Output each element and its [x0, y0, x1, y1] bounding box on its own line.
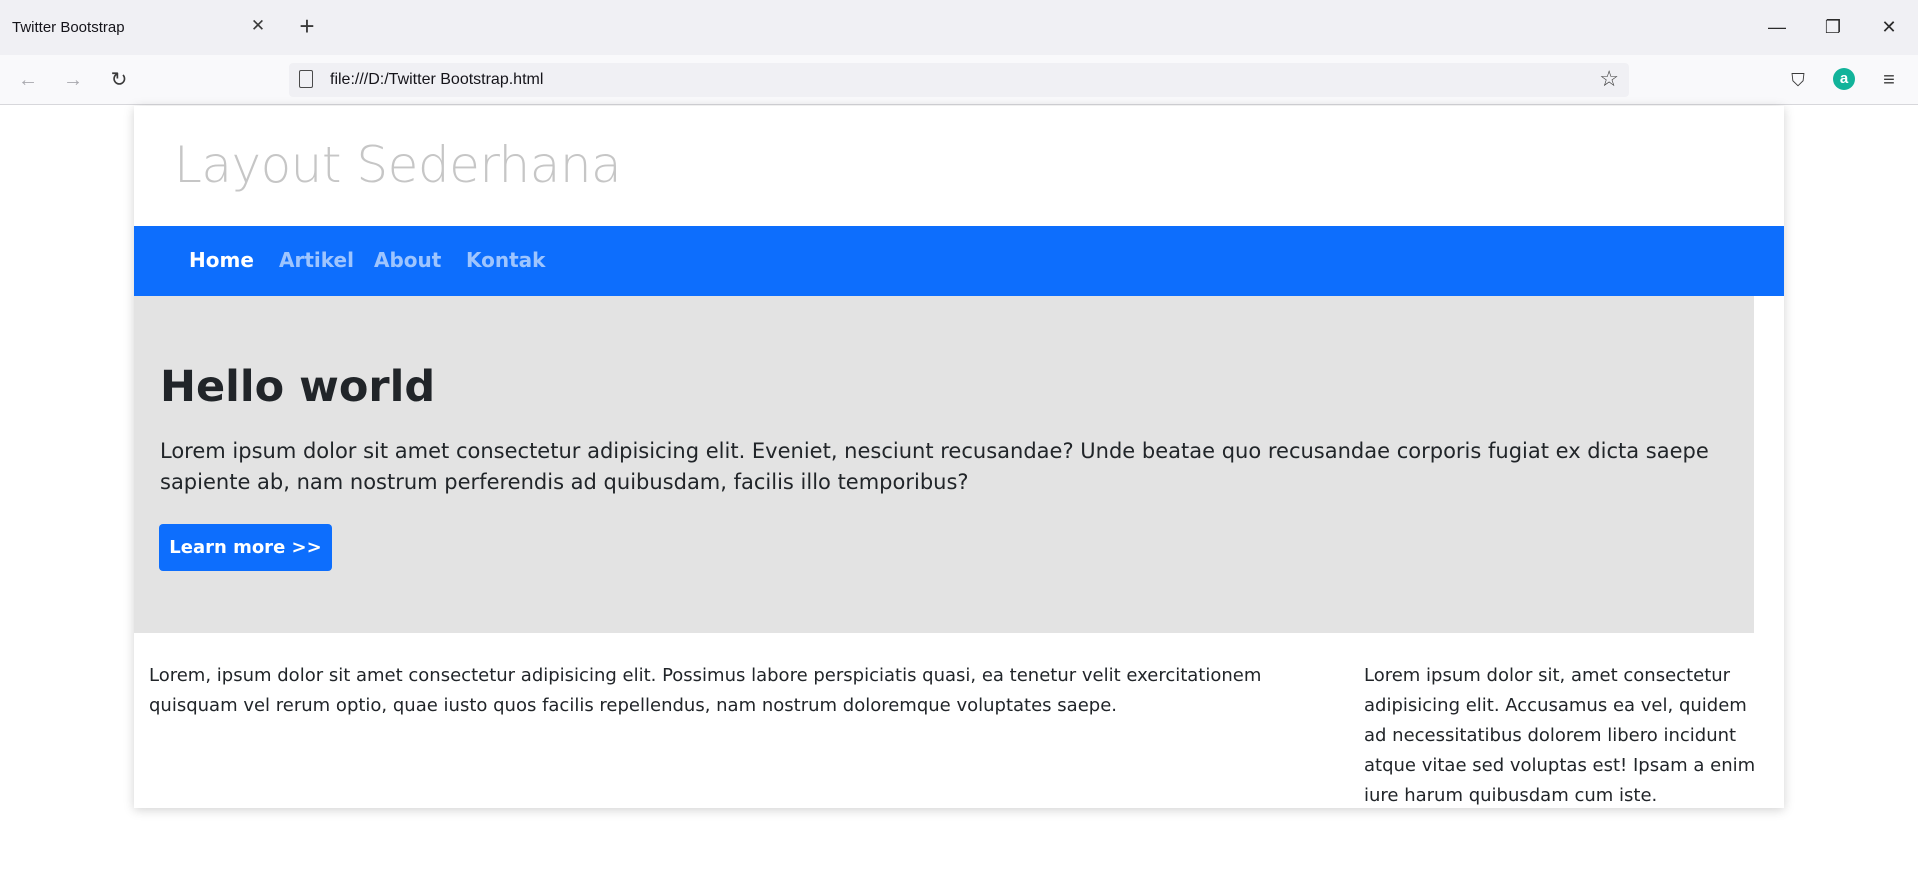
back-icon[interactable]: ←: [13, 65, 43, 95]
extension-icon[interactable]: a: [1833, 68, 1855, 90]
jumbotron-heading: Hello world: [160, 362, 436, 412]
restore-icon[interactable]: ❐: [1818, 12, 1848, 42]
minimize-icon[interactable]: —: [1762, 12, 1792, 42]
nav-link-artikel[interactable]: Artikel: [279, 248, 354, 272]
content-right-paragraph: Lorem ipsum dolor sit, amet consectetur …: [1364, 665, 1756, 806]
site-navbar: Home Artikel About Kontak: [134, 226, 1784, 296]
reload-icon[interactable]: ↻: [104, 65, 134, 95]
page-viewport: Layout Sederhana Home Artikel About Kont…: [0, 106, 1918, 871]
close-tab-icon[interactable]: ✕: [248, 16, 268, 36]
browser-tab[interactable]: Twitter Bootstrap: [0, 0, 275, 55]
page-container: Layout Sederhana Home Artikel About Kont…: [134, 106, 1784, 808]
learn-more-button[interactable]: Learn more >>: [159, 524, 332, 571]
new-tab-icon[interactable]: +: [293, 12, 321, 40]
page-icon: [299, 70, 313, 88]
content-left-paragraph: Lorem, ipsum dolor sit amet consectetur …: [149, 665, 1262, 716]
nav-link-about[interactable]: About: [374, 248, 441, 272]
browser-toolbar: ← → ↻ file:///D:/Twitter Bootstrap.html …: [0, 55, 1918, 105]
pocket-icon[interactable]: ⛉: [1785, 67, 1811, 93]
tab-bar: Twitter Bootstrap ✕ + — ❐ ✕: [0, 0, 1918, 55]
tab-title: Twitter Bootstrap: [12, 19, 125, 36]
url-text[interactable]: file:///D:/Twitter Bootstrap.html: [330, 71, 543, 89]
bookmark-star-icon[interactable]: ☆: [1599, 66, 1619, 92]
site-title: Layout Sederhana: [174, 136, 622, 194]
forward-icon[interactable]: →: [58, 65, 88, 95]
menu-icon[interactable]: ≡: [1876, 67, 1902, 93]
window-close-icon[interactable]: ✕: [1874, 12, 1904, 42]
address-bar[interactable]: file:///D:/Twitter Bootstrap.html ☆: [289, 63, 1629, 97]
nav-link-kontak[interactable]: Kontak: [466, 248, 545, 272]
nav-link-home[interactable]: Home: [189, 248, 254, 272]
jumbotron-text: Lorem ipsum dolor sit amet consectetur a…: [160, 439, 1709, 494]
jumbotron: Hello world Lorem ipsum dolor sit amet c…: [134, 296, 1754, 633]
